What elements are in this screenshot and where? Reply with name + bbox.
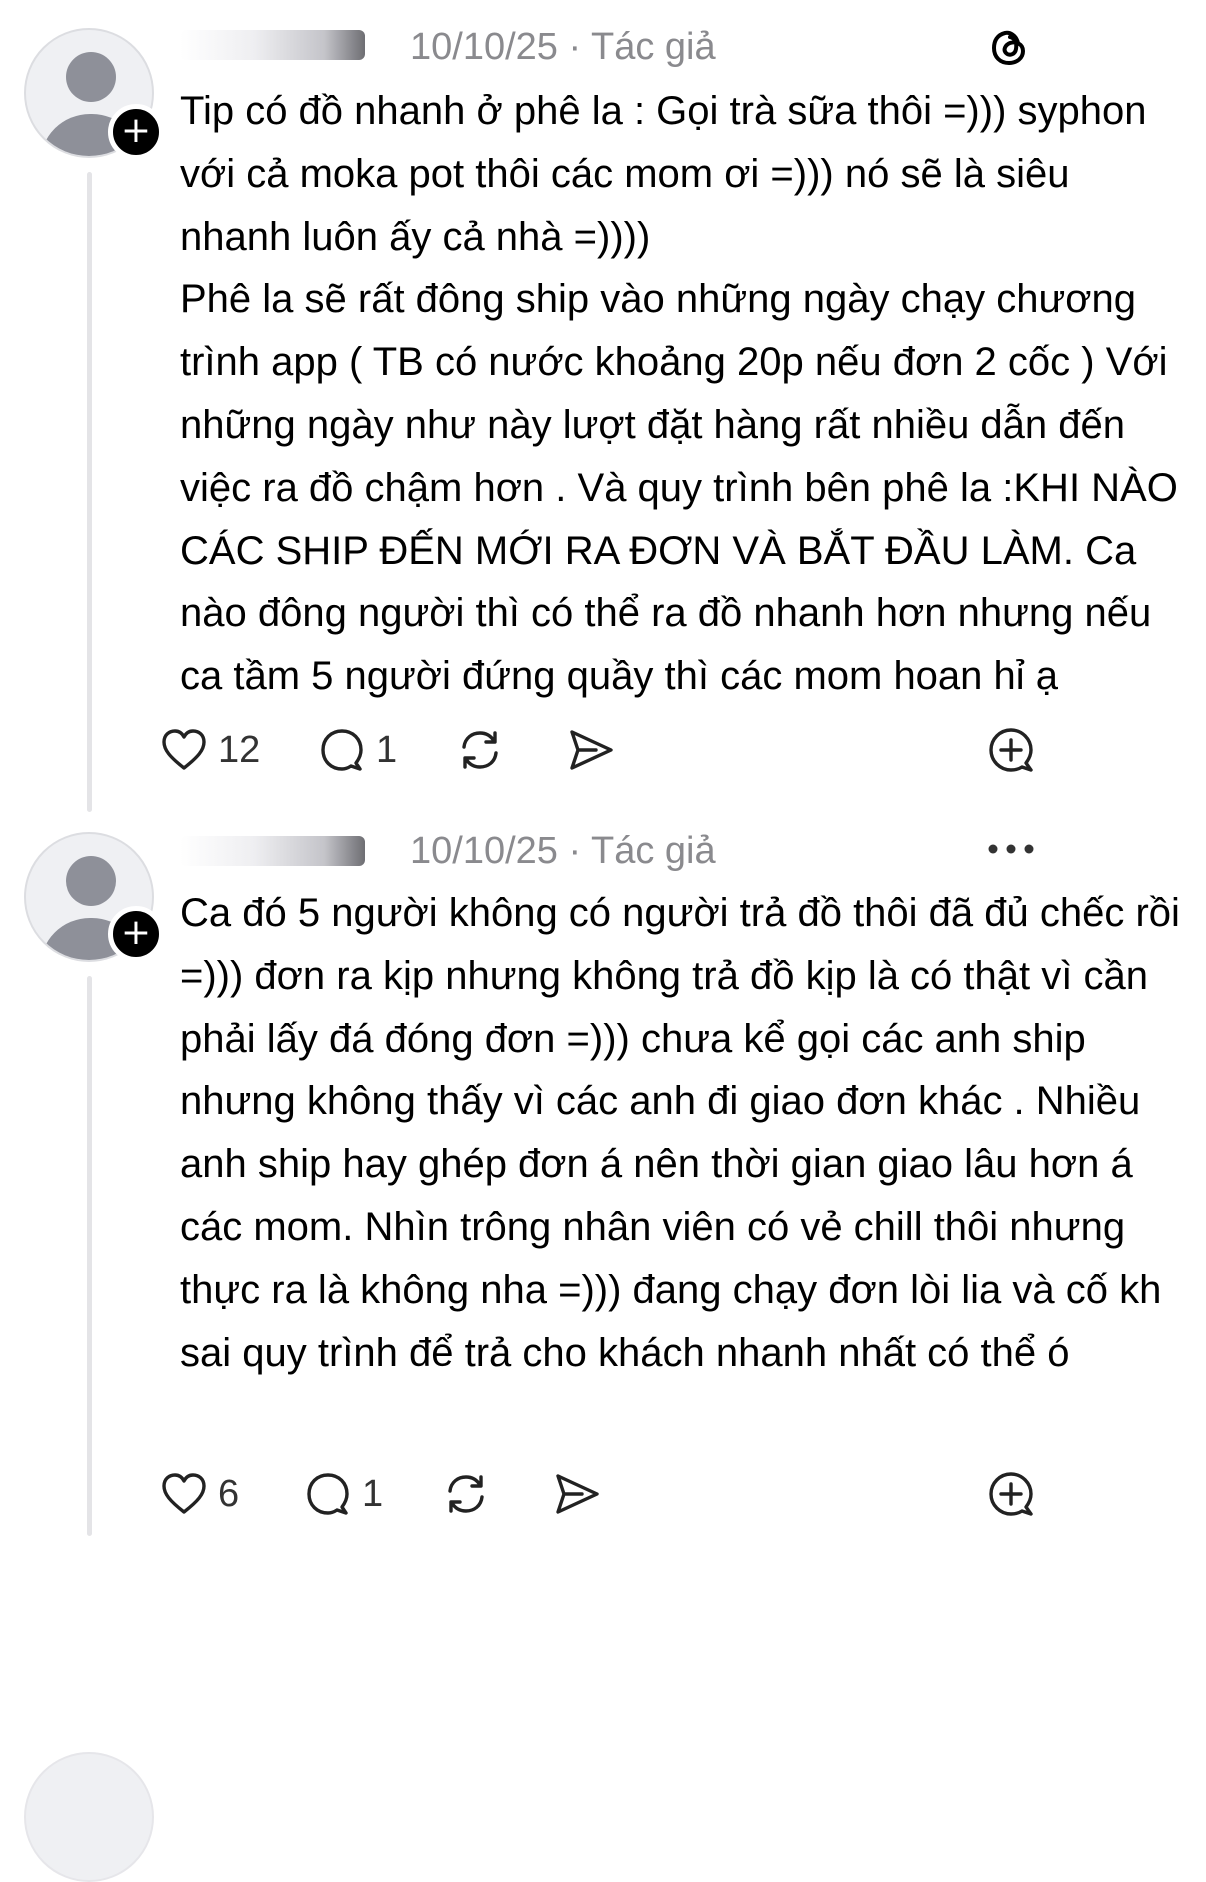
avatar-head [66,856,116,906]
meta-separator: · [568,830,582,872]
like-count: 6 [218,1472,240,1515]
reply-button[interactable]: 1 [304,1464,383,1524]
action-bar: 6 1 [0,1464,1206,1524]
repost-button[interactable] [441,1464,491,1524]
share-button[interactable] [552,1464,602,1524]
send-icon [556,1474,599,1514]
thread-line [87,976,92,1536]
more-options-icon[interactable] [985,836,1037,862]
post-paragraph: Ca đó 5 người không có người trả đồ thôi… [180,891,1180,1375]
like-button[interactable]: 6 [160,1464,239,1524]
post: + 10/10/25 · Tác giả Ca đó 5 người không… [0,0,1206,1882]
username-blurred[interactable] [180,836,365,866]
quote-button[interactable] [986,1464,1036,1524]
repost-icon [448,1475,484,1513]
post-body: Ca đó 5 người không có người trả đồ thôi… [180,882,1180,1384]
add-circle-icon [989,1472,1033,1516]
next-avatar-partial[interactable] [24,1752,154,1882]
author-tag: Tác giả [591,830,716,872]
comment-icon [307,1473,349,1515]
post-date: 10/10/25 [410,830,558,872]
heart-icon [162,1473,206,1514]
post-meta: 10/10/25 · Tác giả [410,826,716,876]
reply-count: 1 [362,1472,384,1515]
follow-plus-icon[interactable]: + [108,906,164,962]
